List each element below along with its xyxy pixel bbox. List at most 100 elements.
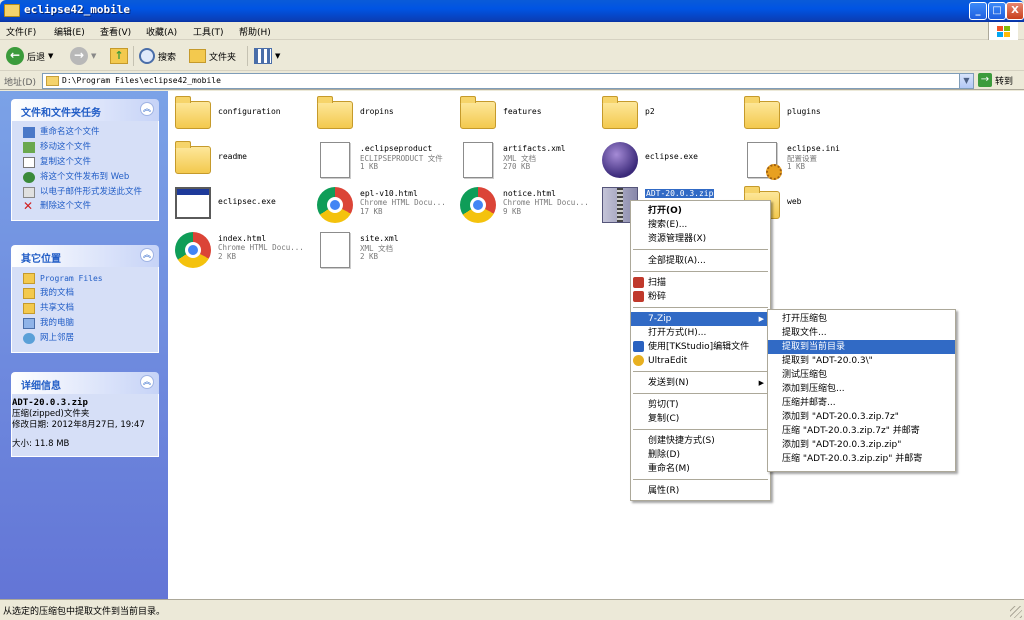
- task-rename[interactable]: 重命名这个文件: [12, 125, 158, 140]
- menu-item-delete[interactable]: 删除(D): [631, 448, 770, 462]
- go-button[interactable]: → 转到: [978, 73, 1013, 87]
- menu-item-search[interactable]: 搜索(E)...: [631, 218, 770, 232]
- gear-icon: [766, 164, 782, 180]
- file-item-plugins[interactable]: plugins: [741, 93, 883, 137]
- shared-folder-icon: [23, 303, 35, 314]
- chrome-icon: [317, 187, 353, 223]
- minimize-button[interactable]: _: [969, 2, 987, 20]
- submenu-item-open-archive[interactable]: 打开压缩包: [768, 312, 955, 326]
- address-input[interactable]: D:\Program Files\eclipse42_mobile ▼: [42, 73, 974, 89]
- file-item-site-xml[interactable]: site.xml XML 文档 2 KB: [314, 228, 456, 272]
- place-my-documents[interactable]: 我的文档: [12, 286, 158, 301]
- menu-item-rename[interactable]: 重命名(M): [631, 462, 770, 476]
- file-item-readme[interactable]: readme: [172, 138, 314, 182]
- search-label: 搜索: [158, 52, 177, 63]
- file-item-epl-html[interactable]: epl-v10.html Chrome HTML Docu... 17 KB: [314, 183, 456, 227]
- file-item-dropins[interactable]: dropins: [314, 93, 456, 137]
- file-size: 9 KB: [503, 207, 522, 216]
- folders-button[interactable]: 文件夹: [189, 45, 236, 67]
- details-panel-header[interactable]: 详细信息 ︽: [11, 372, 159, 394]
- menu-item-open[interactable]: 打开(O): [631, 204, 770, 218]
- file-item-index-html[interactable]: index.html Chrome HTML Docu... 2 KB: [172, 228, 314, 272]
- menu-item-properties[interactable]: 属性(R): [631, 484, 770, 498]
- back-dropdown-icon[interactable]: ▼: [48, 52, 53, 60]
- menu-favorites[interactable]: 收藏(A): [146, 25, 177, 38]
- file-item-notice-html[interactable]: notice.html Chrome HTML Docu... 9 KB: [457, 183, 599, 227]
- collapse-icon[interactable]: ︽: [140, 375, 154, 389]
- submenu-item-extract-files[interactable]: 提取文件...: [768, 326, 955, 340]
- file-item-artifacts-xml[interactable]: artifacts.xml XML 文档 270 KB: [457, 138, 599, 182]
- tasks-panel-header[interactable]: 文件和文件夹任务 ︽: [11, 99, 159, 121]
- menu-item-7zip[interactable]: 7-Zip ▶: [631, 312, 770, 326]
- status-bar: 从选定的压缩包中提取文件到当前目录。: [0, 599, 1024, 620]
- file-item-eclipse-exe[interactable]: eclipse.exe: [599, 138, 741, 182]
- toolbar: ← 后退 ▼ → ▼ ↑ 搜索 文件夹 ▼: [0, 41, 1024, 71]
- file-item-features[interactable]: features: [457, 93, 599, 137]
- views-button[interactable]: ▼: [254, 45, 280, 67]
- menu-item-send-to-label: 发送到(N): [648, 378, 689, 388]
- file-item-eclipse-ini[interactable]: eclipse.ini 配置设置 1 KB: [741, 138, 883, 182]
- submenu-item-test-archive[interactable]: 测试压缩包: [768, 368, 955, 382]
- menu-item-open-with[interactable]: 打开方式(H)...: [631, 326, 770, 340]
- menu-item-explorer[interactable]: 资源管理器(X): [631, 232, 770, 246]
- task-email[interactable]: 以电子邮件形式发送此文件: [12, 185, 158, 199]
- place-network[interactable]: 网上邻居: [12, 331, 158, 346]
- resize-grip[interactable]: [1010, 606, 1022, 618]
- file-item-eclipsec-exe[interactable]: eclipsec.exe: [172, 183, 314, 227]
- menu-item-send-to[interactable]: 发送到(N) ▶: [631, 376, 770, 390]
- submenu-item-add-to-archive[interactable]: 添加到压缩包...: [768, 382, 955, 396]
- menu-item-copy[interactable]: 复制(C): [631, 412, 770, 426]
- forward-dropdown-icon[interactable]: ▼: [91, 52, 96, 60]
- details-panel-body: ADT-20.0.3.zip 压缩(zipped)文件夹 修改日期: 2012年…: [11, 394, 159, 457]
- submenu-item-add-zip[interactable]: 添加到 "ADT-20.0.3.zip.zip": [768, 438, 955, 452]
- folder-icon: [23, 273, 35, 284]
- menu-edit[interactable]: 编辑(E): [54, 25, 85, 38]
- submenu-item-extract-here[interactable]: 提取到当前目录: [768, 340, 955, 354]
- file-size: 2 KB: [218, 252, 237, 261]
- menu-item-ultraedit[interactable]: UltraEdit: [631, 354, 770, 368]
- collapse-icon[interactable]: ︽: [140, 102, 154, 116]
- folder-icon: [4, 4, 20, 17]
- menu-view[interactable]: 查看(V): [100, 25, 131, 38]
- task-move[interactable]: 移动这个文件: [12, 140, 158, 155]
- folders-icon: [189, 49, 206, 63]
- file-name: readme: [218, 152, 247, 161]
- place-shared-label: 共享文档: [40, 303, 75, 313]
- place-shared-documents[interactable]: 共享文档: [12, 301, 158, 316]
- submenu-item-compress-7z-email[interactable]: 压缩 "ADT-20.0.3.zip.7z" 并邮寄: [768, 424, 955, 438]
- menu-item-cut[interactable]: 剪切(T): [631, 398, 770, 412]
- collapse-icon[interactable]: ︽: [140, 248, 154, 262]
- places-panel-header[interactable]: 其它位置 ︽: [11, 245, 159, 267]
- submenu-arrow-icon: ▶: [758, 379, 764, 387]
- file-item-p2[interactable]: p2: [599, 93, 741, 137]
- menu-item-tkstudio[interactable]: 使用[TKStudio]编辑文件: [631, 340, 770, 354]
- file-type: Chrome HTML Docu...: [360, 198, 446, 207]
- file-item-eclipseproduct[interactable]: .eclipseproduct ECLIPSEPRODUCT 文件 1 KB: [314, 138, 456, 182]
- menu-item-scan[interactable]: 扫描: [631, 276, 770, 290]
- chevron-down-icon[interactable]: ▼: [959, 74, 973, 88]
- task-delete[interactable]: ✕ 删除这个文件: [12, 199, 158, 214]
- forward-button[interactable]: → ▼: [70, 45, 96, 67]
- menu-file[interactable]: 文件(F): [6, 25, 36, 38]
- menu-separator: [633, 429, 768, 430]
- up-folder-button[interactable]: ↑: [110, 45, 128, 67]
- menu-item-extract-all[interactable]: 全部提取(A)...: [631, 254, 770, 268]
- place-my-computer[interactable]: 我的电脑: [12, 316, 158, 331]
- place-network-label: 网上邻居: [40, 333, 75, 343]
- close-button[interactable]: X: [1006, 2, 1024, 20]
- menu-item-shred[interactable]: 粉碎: [631, 290, 770, 304]
- submenu-item-extract-to-folder[interactable]: 提取到 "ADT-20.0.3\": [768, 354, 955, 368]
- menu-item-create-shortcut[interactable]: 创建快捷方式(S): [631, 434, 770, 448]
- menu-help[interactable]: 帮助(H): [239, 25, 271, 38]
- task-publish-web[interactable]: 将这个文件发布到 Web: [12, 170, 158, 185]
- menu-tools[interactable]: 工具(T): [193, 25, 224, 38]
- submenu-item-compress-email[interactable]: 压缩并邮寄...: [768, 396, 955, 410]
- maximize-button[interactable]: □: [988, 2, 1006, 20]
- back-button[interactable]: ← 后退 ▼: [6, 45, 53, 67]
- submenu-item-compress-zip-email[interactable]: 压缩 "ADT-20.0.3.zip.zip" 并邮寄: [768, 452, 955, 466]
- file-item-configuration[interactable]: configuration: [172, 93, 314, 137]
- place-program-files[interactable]: Program Files: [12, 271, 158, 286]
- search-button[interactable]: 搜索: [139, 45, 176, 67]
- task-copy[interactable]: 复制这个文件: [12, 155, 158, 170]
- submenu-item-add-7z[interactable]: 添加到 "ADT-20.0.3.zip.7z": [768, 410, 955, 424]
